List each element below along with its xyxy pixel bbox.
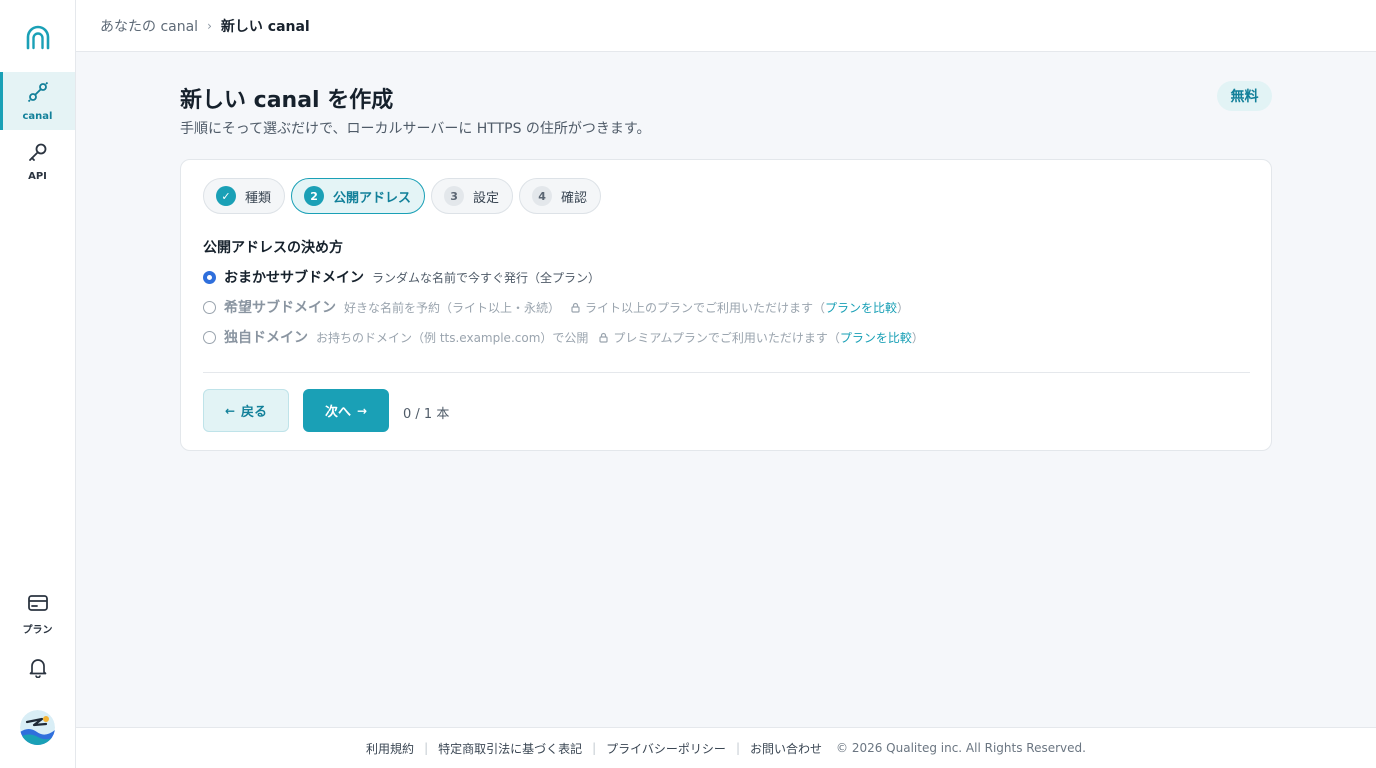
step-settings[interactable]: 3 設定: [431, 178, 514, 214]
check-icon: ✓: [216, 186, 236, 206]
option-auto-subdomain[interactable]: おまかせサブドメイン ランダムな名前で今すぐ発行（全プラン）: [203, 267, 600, 287]
sidebar-item-canal[interactable]: canal: [0, 72, 75, 130]
option-custom-domain[interactable]: 独自ドメイン お持ちのドメイン（例 tts.example.com）で公開 プレ…: [203, 327, 924, 347]
step-public-address[interactable]: 2 公開アドレス: [291, 178, 426, 214]
step-label: 確認: [561, 190, 588, 206]
step-confirm[interactable]: 4 確認: [519, 178, 602, 214]
breadcrumb-current: 新しい canal: [220, 18, 310, 35]
copyright: © 2026 Qualiteg inc. All Rights Reserved…: [836, 741, 1086, 755]
option-custom-subdomain[interactable]: 希望サブドメイン 好きな名前を予約（ライト以上・永続） ライト以上のプランでご利…: [203, 297, 909, 317]
sidebar: canal API プラン: [0, 0, 76, 768]
radio-auto-subdomain[interactable]: [203, 270, 216, 284]
sidebar-item-label: API: [28, 170, 47, 182]
step-number: 4: [532, 186, 553, 206]
footer-separator: |: [592, 741, 597, 755]
note-text: プレミアムプランでご利用いただけます（: [613, 330, 840, 345]
arrow-left-icon: ←: [224, 403, 236, 418]
sidebar-item-label: canal: [22, 110, 53, 122]
chevron-right-icon: ›: [207, 18, 212, 33]
sidebar-item-plan[interactable]: プラン: [0, 585, 75, 643]
next-button[interactable]: 次へ →: [303, 389, 389, 432]
step-number: 2: [304, 186, 325, 206]
section-title: 公開アドレスの決め方: [203, 240, 343, 256]
sidebar-item-label: プラン: [22, 624, 53, 636]
option-title: おまかせサブドメイン: [224, 270, 364, 286]
radio-custom-domain[interactable]: [203, 330, 216, 344]
link-icon: [27, 81, 49, 107]
footer-separator: |: [424, 741, 429, 755]
wizard-card: ✓ 種類 2 公開アドレス 3 設定 4 確認 公開アドレスの決め方 おまかせサ…: [180, 159, 1272, 451]
plan-badge: 無料: [1217, 81, 1272, 111]
stepper: ✓ 種類 2 公開アドレス 3 設定 4 確認: [203, 178, 607, 214]
step-type[interactable]: ✓ 種類: [203, 178, 286, 214]
card-icon: [27, 593, 49, 617]
footer-link-contact[interactable]: お問い合わせ: [750, 740, 822, 757]
option-title: 希望サブドメイン: [224, 300, 336, 316]
footer-link-commerce-law[interactable]: 特定商取引法に基づく表記: [438, 740, 582, 757]
back-button[interactable]: ← 戻る: [203, 389, 289, 432]
option-desc: お持ちのドメイン（例 tts.example.com）で公開: [316, 330, 589, 345]
avatar[interactable]: [20, 710, 55, 745]
canal-count: 0 / 1 本: [403, 407, 450, 422]
compare-plans-link[interactable]: プランを比較: [825, 299, 897, 316]
sidebar-item-api[interactable]: API: [0, 132, 75, 190]
canal-logo-icon[interactable]: [24, 24, 52, 52]
divider: [203, 372, 1250, 373]
note-text: ライト以上のプランでご利用いただけます（: [585, 300, 826, 315]
option-desc: ランダムな名前で今すぐ発行（全プラン）: [372, 270, 601, 285]
step-label: 設定: [473, 190, 500, 206]
radio-custom-subdomain[interactable]: [203, 300, 216, 314]
compare-plans-link[interactable]: プランを比較: [840, 329, 912, 346]
step-label: 公開アドレス: [333, 190, 412, 206]
footer-separator: |: [735, 741, 740, 755]
option-title: 独自ドメイン: [224, 330, 308, 346]
step-number: 3: [444, 186, 465, 206]
option-desc: 好きな名前を予約（ライト以上・永続）: [344, 300, 561, 315]
page-subtitle: 手順にそって選ぶだけで、ローカルサーバーに HTTPS の住所がつきます。: [180, 121, 651, 137]
next-button-label: 次へ: [324, 405, 351, 420]
footer-link-terms[interactable]: 利用規約: [366, 740, 414, 757]
lock-icon: [599, 332, 608, 343]
lock-icon: [571, 302, 580, 313]
note-end: ）: [911, 330, 924, 345]
page-title: 新しい canal を作成: [180, 88, 394, 113]
bell-icon[interactable]: [27, 656, 49, 679]
plan-restriction-note: ライト以上のプランでご利用いただけます（ プランを比較）: [570, 299, 909, 316]
footer: 利用規約 | 特定商取引法に基づく表記 | プライバシーポリシー | お問い合わ…: [76, 727, 1376, 768]
plan-restriction-note: プレミアムプランでご利用いただけます（ プランを比較）: [598, 329, 924, 346]
key-icon: [27, 141, 49, 167]
breadcrumb: あなたの canal › 新しい canal: [76, 0, 1376, 52]
footer-link-privacy[interactable]: プライバシーポリシー: [606, 740, 726, 757]
step-label: 種類: [245, 190, 272, 206]
back-button-label: 戻る: [241, 405, 268, 420]
arrow-right-icon: →: [356, 403, 368, 418]
note-end: ）: [897, 300, 910, 315]
avatar-icon: [20, 710, 55, 745]
breadcrumb-parent-link[interactable]: あなたの canal: [100, 16, 198, 36]
